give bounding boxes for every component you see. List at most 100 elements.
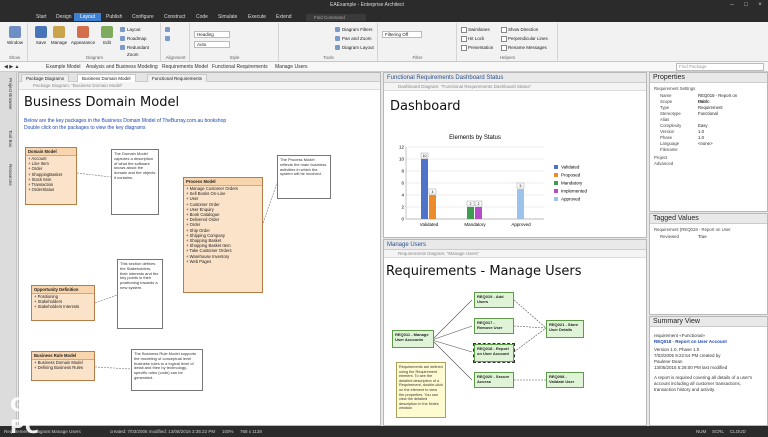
legend-label: Proposed xyxy=(561,173,581,178)
navigation-bar: ◀ ▶ ▲ Example Model Analysis and Busines… xyxy=(0,62,768,72)
perpendicular-check[interactable]: Perpendicular Lines xyxy=(500,35,548,42)
legend-swatch xyxy=(554,181,558,185)
prop-key: Filename xyxy=(660,147,678,152)
req019-box[interactable]: REQ019 - Add Users xyxy=(474,292,514,308)
req011-box[interactable]: REQ011 - Manage User Accounts xyxy=(392,330,434,348)
req008-box[interactable]: REQ008 - Validate User xyxy=(546,372,584,388)
data-label: 10 xyxy=(423,154,427,158)
pan-zoom-button[interactable]: Pan and Zoom xyxy=(334,35,372,42)
breadcrumb-3[interactable]: Functional Requirements xyxy=(212,64,268,70)
connector-lines xyxy=(76,172,278,370)
window-icon xyxy=(9,26,21,38)
roadmap-button[interactable]: Roadmap xyxy=(119,35,147,42)
presentation-check[interactable]: Presentation xyxy=(460,44,493,51)
ribbon-group-show: Window Show xyxy=(2,23,28,61)
section-label: Requirement Settings xyxy=(654,86,696,91)
ribbon-group-filter: Filtering Off Filter xyxy=(379,23,457,61)
manage-button[interactable]: Manage xyxy=(49,26,69,45)
legend-swatch xyxy=(554,189,558,193)
prop-row[interactable]: Filename xyxy=(654,147,744,153)
properties-title: Properties xyxy=(650,73,767,83)
req017-box[interactable]: REQ017 - Remove User xyxy=(474,318,514,334)
swimlanes-check[interactable]: Swimlanes xyxy=(460,26,490,33)
prop-advanced[interactable]: Advanced xyxy=(654,161,744,167)
tab-execute[interactable]: Execute xyxy=(242,13,272,21)
breadcrumb-1[interactable]: Analysis and Business Modeling xyxy=(86,64,158,70)
find-command-input[interactable]: Find Command xyxy=(306,14,366,21)
summary-description: A report is required covering all detail… xyxy=(654,375,753,392)
breadcrumb-2[interactable]: Requirements Model xyxy=(162,64,208,70)
breadcrumb-0[interactable]: Example Model xyxy=(46,64,80,70)
elements-by-status-chart: Elements by Status 0 2 4 6 8 10 12 10 4 Validated 2… xyxy=(399,135,588,227)
group-label-show: Show xyxy=(8,55,21,60)
save-label: Save xyxy=(35,40,47,45)
tagged-row[interactable]: Reviewed True xyxy=(654,234,744,240)
legend-label: Validated xyxy=(561,165,580,170)
tab-extend[interactable]: Extend xyxy=(270,13,298,21)
y-tick-label: 10 xyxy=(399,157,405,162)
tag-value: True xyxy=(698,234,707,239)
x-tick-label: Approved xyxy=(511,222,531,227)
dashboard-header: Dashboard Diagram: "Functional Requireme… xyxy=(384,83,646,91)
font-combo[interactable]: Heading xyxy=(194,31,230,38)
line-combo[interactable]: Auto xyxy=(194,41,230,48)
save-button[interactable]: Save xyxy=(31,26,51,45)
summary-modified: 13/05/2015 5:28:00 PM last modified xyxy=(654,365,728,370)
y-tick-label: 4 xyxy=(401,193,404,198)
group-label-style: Style xyxy=(229,55,240,60)
chart-title: Elements by Status xyxy=(449,135,501,141)
summary-title: Summary View xyxy=(650,317,767,327)
window-label: Window xyxy=(6,40,23,45)
dashboard-pane-title: Functional Requirements Dashboard Status xyxy=(384,73,646,83)
diagram-filters-button[interactable]: Diagram Filters xyxy=(334,26,373,33)
minimize-icon[interactable]: – xyxy=(726,1,738,10)
project-browser-tab[interactable]: Project Browser xyxy=(3,78,13,110)
filter-combo[interactable]: Filtering Off xyxy=(382,31,422,38)
back-icon[interactable]: ◀ ▶ ▲ xyxy=(4,64,19,70)
window-title: EAExample - Enterprise Architect xyxy=(330,2,404,8)
align-left-icon[interactable] xyxy=(164,26,172,33)
ribbon-group-helpers: Swimlanes Hit Lock Presentation Show Dir… xyxy=(458,23,558,61)
hit-lock-check[interactable]: Hit Lock xyxy=(460,35,484,42)
dashboard-title: Dashboard xyxy=(390,99,461,114)
close-icon[interactable]: × xyxy=(754,1,766,10)
bar-validated xyxy=(421,159,428,219)
req018-box[interactable]: REQ018 - Report on User Account xyxy=(473,343,515,363)
req021-box[interactable]: REQ021 - Store User Details xyxy=(546,320,584,338)
properties-section[interactable]: Requirement Settings xyxy=(654,86,744,92)
tab-simulate[interactable]: Simulate xyxy=(212,13,243,21)
align-center-icon[interactable] xyxy=(164,35,172,42)
zoom-button[interactable]: Redundant Zoom xyxy=(119,44,160,57)
appearance-button[interactable]: Appearance xyxy=(69,26,97,45)
window-button[interactable]: Window xyxy=(5,26,25,45)
breadcrumb-4[interactable]: Manage Users xyxy=(275,64,308,70)
tag-key: Reviewed xyxy=(660,234,679,239)
tab-layout[interactable]: Layout xyxy=(74,13,102,21)
diagram-layout-button[interactable]: Diagram Layout xyxy=(334,44,374,51)
toolbox-tab[interactable]: Tool Box xyxy=(3,130,13,147)
properties-pane: Properties Requirement Settings Name REQ0… xyxy=(649,72,768,212)
tagged-requirement[interactable]: Requirement (REQ018 - Report on User xyxy=(654,227,766,233)
edit-button[interactable]: Edit xyxy=(97,26,117,45)
appearance-label: Appearance xyxy=(70,40,96,45)
ribbon-group-alignment: Alignment xyxy=(162,23,190,61)
tab-code[interactable]: Code xyxy=(190,13,214,21)
legend-swatch xyxy=(554,173,558,177)
rename-messages-check[interactable]: Rename Messages xyxy=(500,44,547,51)
y-tick-label: 0 xyxy=(401,217,404,222)
tab-configure[interactable]: Configure xyxy=(126,13,160,21)
tab-construct[interactable]: Construct xyxy=(158,13,191,21)
maximize-icon[interactable]: □ xyxy=(740,1,752,10)
show-direction-check[interactable]: Show Direction xyxy=(500,26,538,33)
data-label: 2 xyxy=(470,202,472,206)
req020-box[interactable]: REQ020 - Secure Access xyxy=(474,372,514,388)
layout-button[interactable]: Layout xyxy=(119,26,141,33)
tab-publish[interactable]: Publish xyxy=(100,13,128,21)
requirements-note: Requirements are defined using the Requi… xyxy=(396,362,446,418)
resources-tab[interactable]: Resources xyxy=(3,164,13,186)
appearance-icon xyxy=(77,26,89,38)
y-tick-label: 2 xyxy=(401,205,404,210)
status-num: NUM xyxy=(696,429,707,434)
find-package-input[interactable]: Find Package xyxy=(676,63,764,71)
manage-label: Manage xyxy=(50,40,68,45)
